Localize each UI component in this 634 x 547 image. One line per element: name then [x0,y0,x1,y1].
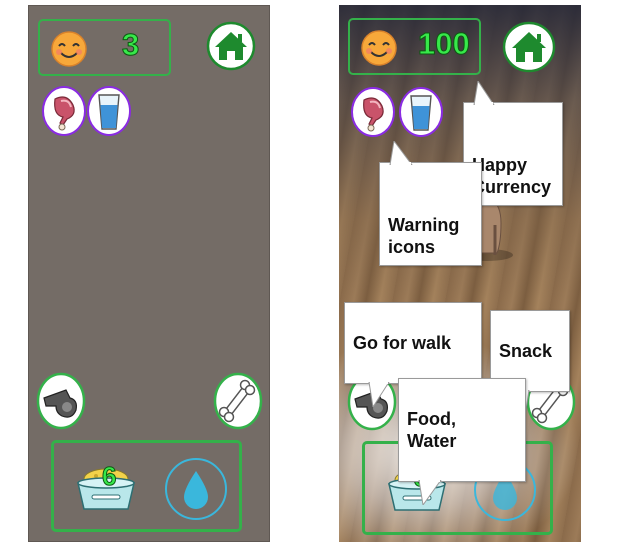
callout-go-for-walk-text: Go for walk [353,333,452,353]
smiley-icon [51,31,87,67]
callout-happy-currency-text: Happy Currency [472,155,552,197]
currency-value: 3 [121,27,140,63]
game-screen-plain: 3 6 [28,5,270,542]
food-count: 6 [101,461,117,492]
callout-snack-text: Snack [499,341,553,361]
water-glass-icon [98,94,120,130]
hunger-warning-icon [42,86,86,136]
happy-currency-panel: 3 [38,19,171,76]
callout-food-water-text: Food, Water [407,409,457,451]
smiley-icon [361,30,397,66]
thirst-warning-icon [87,86,131,136]
happy-currency-panel: 100 [348,18,481,75]
water-button[interactable] [164,457,228,521]
callout-go-for-walk: Go for walk [344,302,482,407]
food-water-panel: 6 [51,440,242,532]
callout-warning-icons: Warning icons [379,141,482,266]
home-button[interactable] [502,20,556,74]
currency-value: 100 [418,26,471,62]
game-screen-annotated: 100 Happy Currency Warning icons Go for … [339,5,581,542]
go-for-walk-button[interactable] [36,372,86,430]
callout-warning-icons-text: Warning icons [388,215,460,257]
snack-button[interactable] [213,372,263,430]
home-button[interactable] [206,21,256,71]
thirst-warning-icon [399,87,443,137]
water-drop-icon [184,471,208,509]
water-glass-icon [410,95,432,131]
callout-food-water: Food, Water [398,378,526,505]
hunger-warning-icon [351,87,395,137]
